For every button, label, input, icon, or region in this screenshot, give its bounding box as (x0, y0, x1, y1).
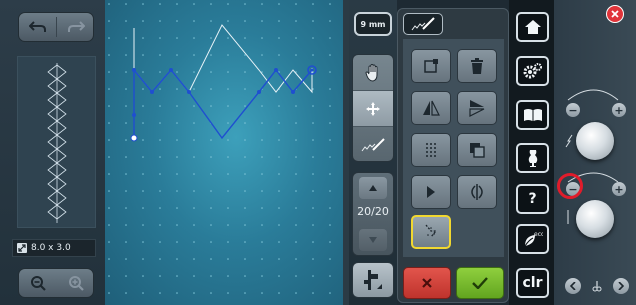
zoom-group (18, 268, 94, 298)
canvas-graphics (105, 0, 343, 305)
knob-page-arrows (565, 277, 629, 295)
design-canvas[interactable] (105, 0, 343, 305)
embroidery-editor: 8.0 x 3.0 9 mm 20/20 ? eco clr − + − + (0, 0, 636, 305)
mirror-horizontal-icon (423, 100, 440, 116)
next-button[interactable] (613, 278, 629, 294)
checkmark-icon (472, 277, 488, 289)
home-button[interactable] (516, 12, 549, 42)
tutorial-button[interactable] (516, 100, 549, 130)
link-icon (592, 281, 602, 292)
confirm-button[interactable] (456, 267, 504, 299)
flip-icon (471, 184, 483, 200)
stitch-type-button[interactable] (352, 262, 394, 298)
cancel-button[interactable] (403, 267, 451, 299)
creative-consultant-button[interactable] (516, 143, 549, 173)
settings-button[interactable] (516, 56, 549, 86)
stitch-line-button[interactable] (353, 127, 393, 161)
edit-tab[interactable] (403, 13, 443, 35)
stitch-density-button[interactable] (411, 133, 451, 167)
stitch-end-dot (310, 68, 314, 72)
stitch-path-button[interactable] (411, 215, 451, 249)
stitch-start-point[interactable] (130, 134, 138, 142)
width-minus-button[interactable]: − (566, 103, 580, 117)
insert-point-icon (424, 59, 438, 73)
knob-panel: − + − + (554, 0, 636, 305)
chevron-left-icon (570, 282, 576, 290)
mannequin-icon (528, 150, 537, 167)
previous-button[interactable] (565, 278, 581, 294)
help-label: ? (528, 191, 537, 207)
redo-icon (68, 21, 85, 32)
grid-dots (105, 0, 343, 305)
stitch-path-icon (425, 224, 438, 238)
edit-button-grid (403, 39, 504, 257)
settings-icon (523, 63, 542, 79)
cross-icon (422, 278, 432, 288)
edit-panel (397, 8, 509, 303)
mirror-vertical-icon (469, 100, 485, 117)
width-plus-button[interactable]: + (612, 103, 626, 117)
delete-button[interactable] (457, 49, 497, 83)
undo-redo-group (18, 12, 94, 42)
resize-icon (17, 243, 27, 253)
eco-label: eco (534, 231, 543, 238)
stitch-width-button[interactable]: 9 mm (354, 12, 392, 36)
zoom-out-button[interactable] (19, 269, 57, 297)
hand-icon (365, 63, 378, 82)
left-panel: 8.0 x 3.0 (0, 0, 105, 305)
main-nav: ? eco clr (509, 0, 554, 305)
redo-button[interactable] (57, 13, 93, 41)
play-button[interactable] (411, 175, 451, 209)
clear-button[interactable]: clr (516, 268, 549, 298)
stitch-type-icon (364, 270, 382, 290)
move-icon (366, 101, 380, 116)
dotted-lines-icon (426, 143, 436, 157)
length-plus-button[interactable]: + (612, 182, 626, 196)
counter-value: 20/20 (357, 205, 389, 218)
chevron-right-icon (618, 282, 624, 290)
stitch-length-knob[interactable] (576, 200, 614, 238)
tool-panel: 9 mm 20/20 (349, 0, 397, 305)
highlight-ring (557, 173, 583, 199)
size-label: 8.0 x 3.0 (31, 243, 71, 253)
mirror-horizontal-button[interactable] (411, 91, 451, 125)
zoom-in-icon (69, 276, 84, 291)
help-button[interactable]: ? (516, 184, 549, 214)
duplicate-icon (470, 143, 485, 158)
clear-label: clr (522, 275, 543, 291)
close-button[interactable] (606, 5, 624, 23)
undo-button[interactable] (19, 13, 57, 41)
trash-icon (471, 58, 483, 74)
insert-point-button[interactable] (411, 49, 451, 83)
stitch-counter: 20/20 (352, 172, 394, 256)
counter-up-button[interactable] (359, 177, 387, 199)
counter-down-button[interactable] (359, 229, 387, 251)
stitch-width-knob[interactable] (576, 122, 614, 160)
close-icon (611, 10, 619, 18)
stitch-line-icon (361, 138, 385, 152)
duplicate-button[interactable] (457, 133, 497, 167)
canvas-tools (352, 54, 394, 162)
move-tool-button[interactable] (353, 91, 393, 127)
zoom-out-icon (31, 276, 46, 291)
stitch-preview-graphic (47, 63, 67, 223)
eco-leaf-icon: eco (524, 231, 543, 247)
home-icon (524, 20, 541, 34)
zoom-in-button[interactable] (57, 269, 95, 297)
triangle-down-icon (369, 237, 377, 243)
mirror-vertical-button[interactable] (457, 91, 497, 125)
play-icon (427, 186, 435, 198)
book-icon (523, 109, 542, 121)
flip-button[interactable] (457, 175, 497, 209)
stitch-preview (17, 56, 96, 228)
hand-tool-button[interactable] (353, 55, 393, 91)
undo-icon (29, 21, 46, 32)
eco-button[interactable]: eco (516, 224, 549, 254)
size-display: 8.0 x 3.0 (12, 239, 96, 257)
triangle-up-icon (369, 185, 377, 191)
stitch-line-icon (411, 17, 435, 31)
